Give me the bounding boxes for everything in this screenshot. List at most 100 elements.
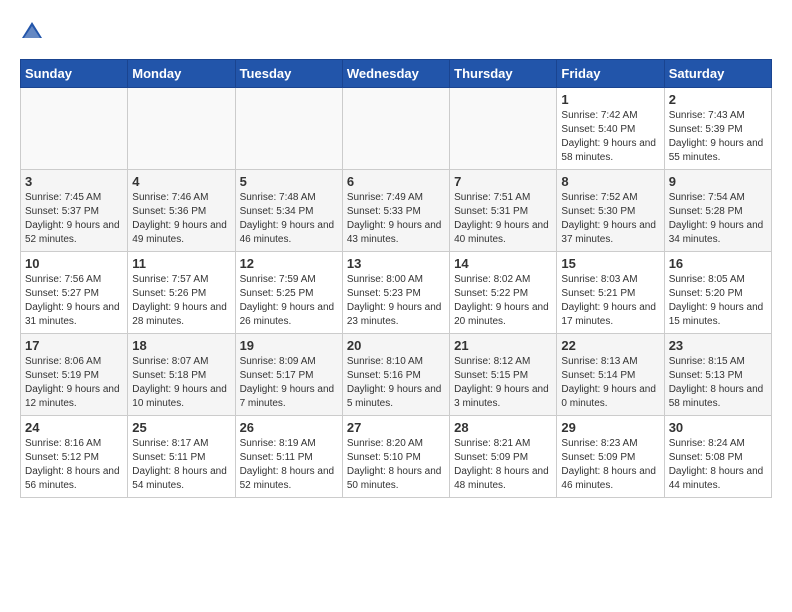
calendar-cell: 22Sunrise: 8:13 AM Sunset: 5:14 PM Dayli…	[557, 334, 664, 416]
calendar-cell: 30 Sunrise: 8:24 AM Sunset: 5:08 PM Dayli…	[664, 416, 771, 498]
weekday-header: Thursday	[450, 60, 557, 88]
day-number: 10	[25, 256, 123, 271]
day-info: Sunrise: 8:02 AM Sunset: 5:22 PM Dayligh…	[454, 273, 552, 329]
calendar-cell: 27 Sunrise: 8:20 AM Sunset: 5:10 PM Dayli…	[342, 416, 449, 498]
calendar-cell: 16Sunrise: 8:05 AM Sunset: 5:20 PM Dayli…	[664, 252, 771, 334]
day-info: Sunrise: 7:43 AM Sunset: 5:39 PM Dayligh…	[669, 109, 767, 165]
day-info: Sunrise: 7:57 AM Sunset: 5:26 PM Dayligh…	[132, 273, 230, 329]
calendar-cell: 25 Sunrise: 8:17 AM Sunset: 5:11 PM Dayli…	[128, 416, 235, 498]
day-info: Sunrise: 8:07 AM Sunset: 5:18 PM Dayligh…	[132, 355, 230, 411]
weekday-header: Tuesday	[235, 60, 342, 88]
calendar-week-row: 1 Sunrise: 7:42 AM Sunset: 5:40 PM Daylig…	[21, 88, 772, 170]
day-info: Sunrise: 8:00 AM Sunset: 5:23 PM Dayligh…	[347, 273, 445, 329]
day-number: 3	[25, 174, 123, 189]
day-info: Sunrise: 8:06 AM Sunset: 5:19 PM Dayligh…	[25, 355, 123, 411]
day-number: 28	[454, 420, 552, 435]
day-number: 24	[25, 420, 123, 435]
day-number: 13	[347, 256, 445, 271]
calendar-cell: 10 Sunrise: 7:56 AM Sunset: 5:27 PM Dayli…	[21, 252, 128, 334]
weekday-header: Monday	[128, 60, 235, 88]
day-info: Sunrise: 8:05 AM Sunset: 5:20 PM Dayligh…	[669, 273, 767, 329]
day-info: Sunrise: 8:24 AM Sunset: 5:08 PM Dayligh…	[669, 437, 767, 493]
calendar-cell: 3 Sunrise: 7:45 AM Sunset: 5:37 PM Daylig…	[21, 170, 128, 252]
calendar-cell	[450, 88, 557, 170]
day-info: Sunrise: 8:12 AM Sunset: 5:15 PM Dayligh…	[454, 355, 552, 411]
calendar-cell: 13 Sunrise: 8:00 AM Sunset: 5:23 PM Dayli…	[342, 252, 449, 334]
day-number: 21	[454, 338, 552, 353]
weekday-header: Sunday	[21, 60, 128, 88]
calendar-cell: 18 Sunrise: 8:07 AM Sunset: 5:18 PM Dayli…	[128, 334, 235, 416]
day-number: 20	[347, 338, 445, 353]
calendar-cell: 28 Sunrise: 8:21 AM Sunset: 5:09 PM Dayli…	[450, 416, 557, 498]
calendar-cell: 4 Sunrise: 7:46 AM Sunset: 5:36 PM Daylig…	[128, 170, 235, 252]
calendar-cell	[342, 88, 449, 170]
day-info: Sunrise: 8:03 AM Sunset: 5:21 PM Dayligh…	[561, 273, 659, 329]
day-info: Sunrise: 8:15 AM Sunset: 5:13 PM Dayligh…	[669, 355, 767, 411]
day-info: Sunrise: 7:42 AM Sunset: 5:40 PM Dayligh…	[561, 109, 659, 165]
day-number: 12	[240, 256, 338, 271]
day-number: 5	[240, 174, 338, 189]
day-info: Sunrise: 7:46 AM Sunset: 5:36 PM Dayligh…	[132, 191, 230, 247]
calendar-cell	[21, 88, 128, 170]
day-info: Sunrise: 8:19 AM Sunset: 5:11 PM Dayligh…	[240, 437, 338, 493]
calendar-cell: 29 Sunrise: 8:23 AM Sunset: 5:09 PM Dayli…	[557, 416, 664, 498]
day-number: 26	[240, 420, 338, 435]
day-info: Sunrise: 8:16 AM Sunset: 5:12 PM Dayligh…	[25, 437, 123, 493]
day-info: Sunrise: 8:10 AM Sunset: 5:16 PM Dayligh…	[347, 355, 445, 411]
day-number: 7	[454, 174, 552, 189]
calendar-cell: 26 Sunrise: 8:19 AM Sunset: 5:11 PM Dayli…	[235, 416, 342, 498]
day-info: Sunrise: 8:21 AM Sunset: 5:09 PM Dayligh…	[454, 437, 552, 493]
day-number: 8	[561, 174, 659, 189]
logo	[20, 20, 52, 49]
calendar-week-row: 3 Sunrise: 7:45 AM Sunset: 5:37 PM Daylig…	[21, 170, 772, 252]
day-info: Sunrise: 7:49 AM Sunset: 5:33 PM Dayligh…	[347, 191, 445, 247]
day-number: 1	[561, 92, 659, 107]
day-number: 30	[669, 420, 767, 435]
day-info: Sunrise: 8:17 AM Sunset: 5:11 PM Dayligh…	[132, 437, 230, 493]
weekday-header: Wednesday	[342, 60, 449, 88]
day-number: 15	[561, 256, 659, 271]
calendar-cell: 12Sunrise: 7:59 AM Sunset: 5:25 PM Dayli…	[235, 252, 342, 334]
day-number: 27	[347, 420, 445, 435]
day-number: 18	[132, 338, 230, 353]
day-number: 6	[347, 174, 445, 189]
weekday-header: Saturday	[664, 60, 771, 88]
day-number: 25	[132, 420, 230, 435]
day-number: 23	[669, 338, 767, 353]
day-info: Sunrise: 8:20 AM Sunset: 5:10 PM Dayligh…	[347, 437, 445, 493]
calendar-cell: 9Sunrise: 7:54 AM Sunset: 5:28 PM Daylig…	[664, 170, 771, 252]
day-info: Sunrise: 7:56 AM Sunset: 5:27 PM Dayligh…	[25, 273, 123, 329]
calendar-cell: 15 Sunrise: 8:03 AM Sunset: 5:21 PM Dayli…	[557, 252, 664, 334]
page-header	[20, 20, 772, 49]
day-number: 29	[561, 420, 659, 435]
calendar-cell	[235, 88, 342, 170]
calendar-week-row: 17 Sunrise: 8:06 AM Sunset: 5:19 PM Dayli…	[21, 334, 772, 416]
calendar-cell	[128, 88, 235, 170]
calendar-cell: 20 Sunrise: 8:10 AM Sunset: 5:16 PM Dayli…	[342, 334, 449, 416]
calendar-cell: 5 Sunrise: 7:48 AM Sunset: 5:34 PM Daylig…	[235, 170, 342, 252]
day-info: Sunrise: 7:48 AM Sunset: 5:34 PM Dayligh…	[240, 191, 338, 247]
calendar-cell: 14 Sunrise: 8:02 AM Sunset: 5:22 PM Dayli…	[450, 252, 557, 334]
calendar-table: SundayMondayTuesdayWednesdayThursdayFrid…	[20, 59, 772, 498]
calendar-cell: 21 Sunrise: 8:12 AM Sunset: 5:15 PM Dayli…	[450, 334, 557, 416]
day-info: Sunrise: 7:51 AM Sunset: 5:31 PM Dayligh…	[454, 191, 552, 247]
calendar-week-row: 24 Sunrise: 8:16 AM Sunset: 5:12 PM Dayli…	[21, 416, 772, 498]
calendar-cell: 6 Sunrise: 7:49 AM Sunset: 5:33 PM Daylig…	[342, 170, 449, 252]
day-info: Sunrise: 7:45 AM Sunset: 5:37 PM Dayligh…	[25, 191, 123, 247]
calendar-cell: 7 Sunrise: 7:51 AM Sunset: 5:31 PM Daylig…	[450, 170, 557, 252]
calendar-cell: 23 Sunrise: 8:15 AM Sunset: 5:13 PM Dayli…	[664, 334, 771, 416]
day-number: 4	[132, 174, 230, 189]
logo-icon	[20, 20, 44, 49]
day-info: Sunrise: 8:09 AM Sunset: 5:17 PM Dayligh…	[240, 355, 338, 411]
day-number: 9	[669, 174, 767, 189]
calendar-cell: 11Sunrise: 7:57 AM Sunset: 5:26 PM Dayli…	[128, 252, 235, 334]
day-number: 17	[25, 338, 123, 353]
day-info: Sunrise: 7:52 AM Sunset: 5:30 PM Dayligh…	[561, 191, 659, 247]
weekday-header: Friday	[557, 60, 664, 88]
calendar-cell: 8 Sunrise: 7:52 AM Sunset: 5:30 PM Daylig…	[557, 170, 664, 252]
day-info: Sunrise: 8:23 AM Sunset: 5:09 PM Dayligh…	[561, 437, 659, 493]
day-number: 19	[240, 338, 338, 353]
day-info: Sunrise: 8:13 AM Sunset: 5:14 PM Dayligh…	[561, 355, 659, 411]
day-number: 14	[454, 256, 552, 271]
calendar-cell: 19 Sunrise: 8:09 AM Sunset: 5:17 PM Dayli…	[235, 334, 342, 416]
